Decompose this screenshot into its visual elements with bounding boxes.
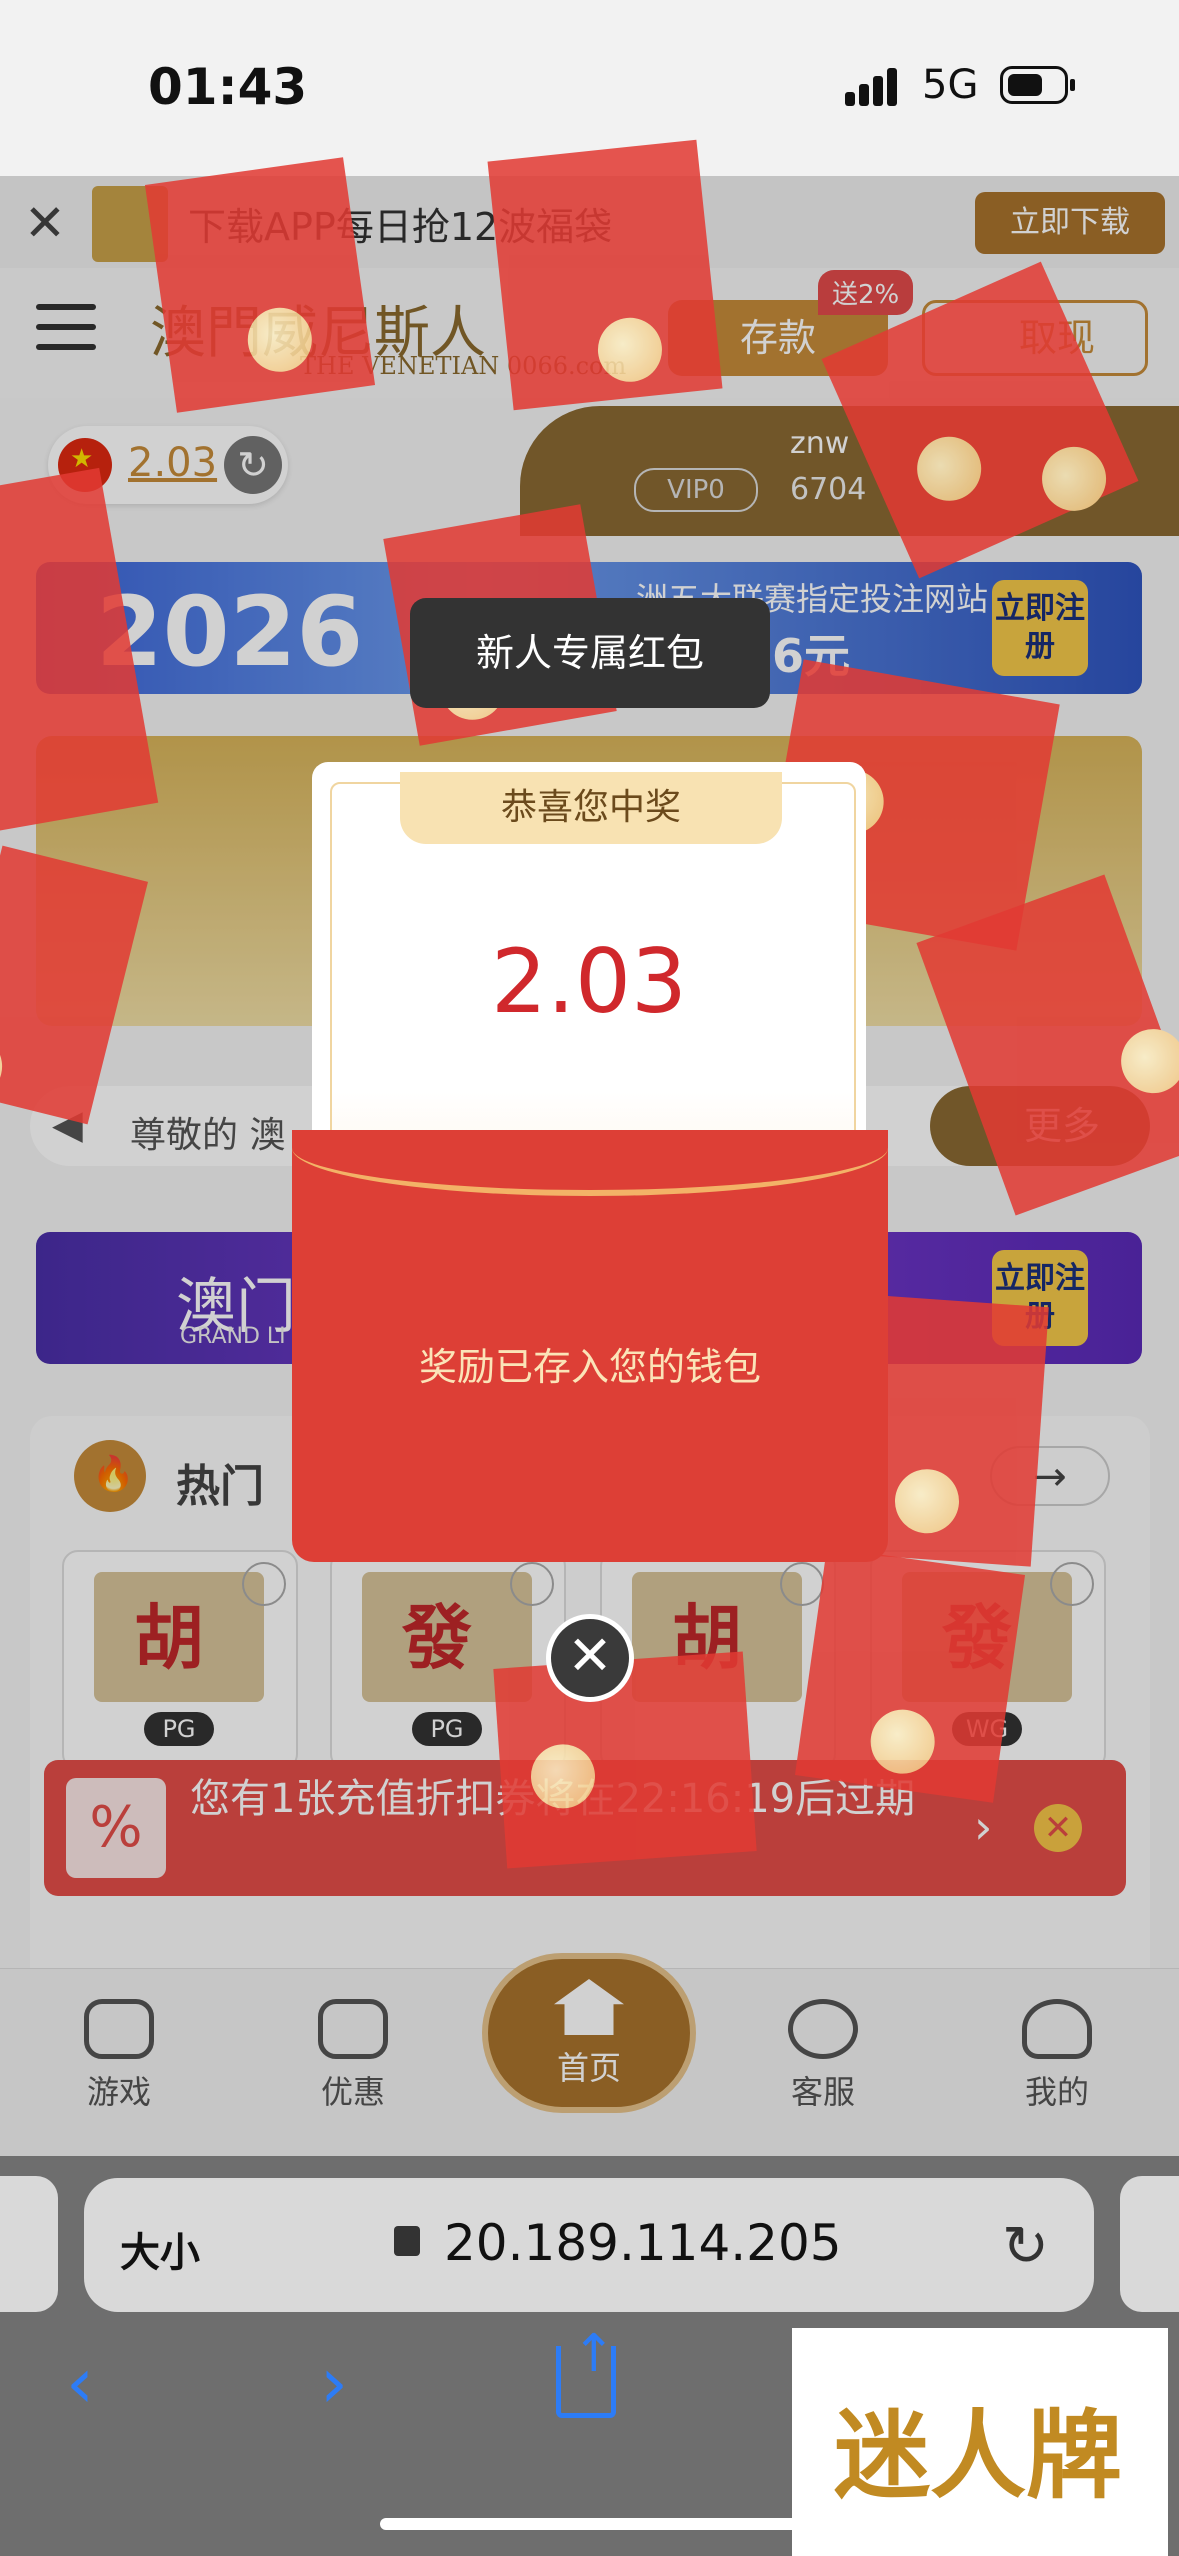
forward-button[interactable]: › (320, 2342, 348, 2424)
status-bar: 01:43 5G (0, 0, 1179, 176)
next-tab[interactable] (1120, 2176, 1179, 2312)
popup-title: 新人专属红包 (410, 598, 770, 708)
reload-icon[interactable]: ↻ (1002, 2214, 1049, 2279)
back-button[interactable]: ‹ (66, 2342, 94, 2424)
envelope-flap (292, 1100, 888, 1196)
status-time: 01:43 (148, 58, 308, 116)
share-icon[interactable] (556, 2346, 616, 2418)
text-size-button[interactable]: 大小 (120, 2220, 200, 2278)
watermark-text: 迷人牌 (834, 2399, 1122, 2512)
red-envelope-decoration (794, 1547, 1026, 1803)
red-envelope-decoration (487, 139, 723, 411)
congrats-label: 恭喜您中奖 (400, 772, 782, 844)
address-bar[interactable]: 大小 20.189.114.205 ↻ (84, 2178, 1094, 2312)
popup-close-button[interactable]: ✕ (546, 1614, 634, 1702)
reward-message: 奖励已存入您的钱包 (418, 1345, 761, 1389)
signal-icon (845, 68, 897, 106)
red-envelope-decoration (144, 157, 376, 413)
lock-icon (394, 2226, 420, 2256)
previous-tab[interactable] (0, 2176, 58, 2312)
reward-amount: 2.03 (491, 930, 687, 1033)
home-indicator (380, 2518, 800, 2530)
network-label: 5G (922, 62, 979, 108)
url-text[interactable]: 20.189.114.205 (444, 2214, 842, 2272)
battery-icon (1000, 66, 1075, 104)
watermark: 迷人牌 (792, 2328, 1168, 2556)
